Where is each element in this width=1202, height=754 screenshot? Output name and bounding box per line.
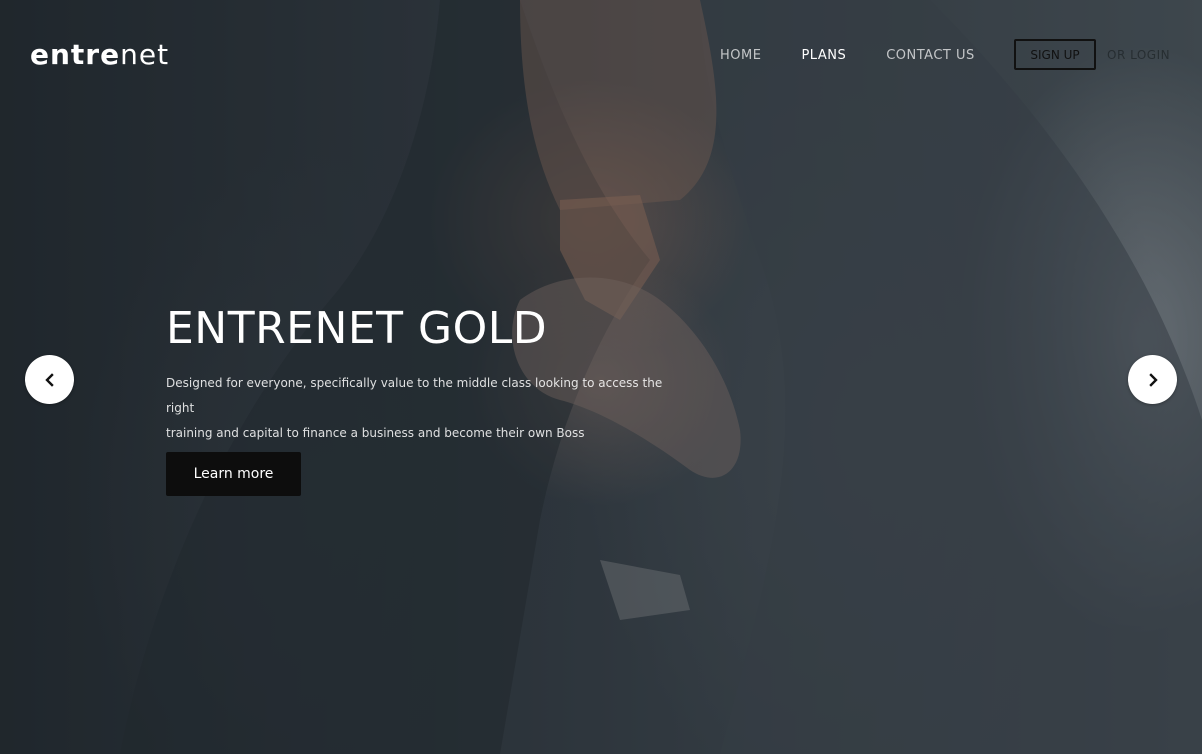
sign-up-button[interactable]: SIGN UP (1014, 39, 1096, 70)
brand-logo[interactable]: entrenet (30, 38, 169, 71)
top-navigation: entrenet HOME PLANS CONTACT US SIGN UP O… (0, 0, 1202, 112)
nav-link-plans[interactable]: PLANS (801, 48, 846, 63)
logo-part-light: net (120, 38, 170, 71)
carousel-prev-button[interactable] (25, 355, 74, 404)
chevron-right-icon (1148, 372, 1158, 387)
carousel-next-button[interactable] (1128, 355, 1177, 404)
slide-description-line-1: Designed for everyone, specifically valu… (166, 376, 663, 415)
slide-description: Designed for everyone, specifically valu… (166, 371, 686, 446)
nav-link-home[interactable]: HOME (720, 48, 761, 63)
learn-more-button[interactable]: Learn more (166, 452, 301, 496)
slide-caption: ENTRENET GOLD Designed for everyone, spe… (166, 303, 686, 496)
chevron-left-icon (44, 372, 54, 387)
login-link[interactable]: OR LOGIN (1107, 48, 1170, 62)
nav-menu: HOME PLANS CONTACT US (720, 48, 1015, 63)
logo-part-bold: entre (30, 38, 121, 71)
nav-link-contact-us[interactable]: CONTACT US (886, 48, 975, 63)
hero-slider: entrenet HOME PLANS CONTACT US SIGN UP O… (0, 0, 1202, 754)
slide-description-line-2: training and capital to finance a busine… (166, 426, 585, 440)
slide-title: ENTRENET GOLD (166, 303, 548, 354)
